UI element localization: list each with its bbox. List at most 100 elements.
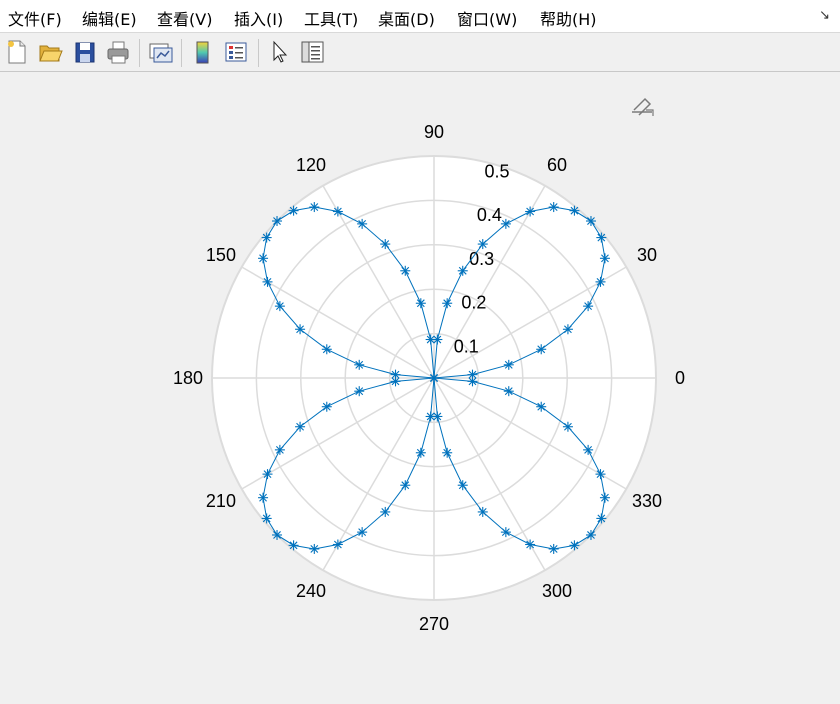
new-figure-button[interactable] <box>4 38 30 66</box>
insert-legend-button[interactable] <box>223 38 249 66</box>
data-point-marker <box>354 359 365 370</box>
menu-view[interactable]: 查看(V) <box>157 6 212 30</box>
data-point-marker <box>477 506 488 517</box>
data-point-marker <box>354 386 365 397</box>
colorbar-icon <box>196 41 209 64</box>
data-point-marker <box>595 469 606 480</box>
data-point-marker <box>295 421 306 432</box>
figure-toolbar <box>0 34 840 72</box>
theta-tick-label: 0 <box>675 368 685 388</box>
data-point-marker <box>321 344 332 355</box>
cursor-arrow-icon <box>273 40 288 63</box>
data-point-marker <box>569 540 580 551</box>
data-point-marker <box>442 298 453 309</box>
data-point-marker <box>562 421 573 432</box>
menu-tools[interactable]: 工具(T) <box>304 6 358 30</box>
insert-colorbar-button[interactable] <box>190 38 216 66</box>
save-button[interactable] <box>72 38 98 66</box>
menu-insert[interactable]: 插入(I) <box>234 6 283 30</box>
data-point-marker <box>585 529 596 540</box>
data-point-marker <box>595 276 606 287</box>
menu-desktop[interactable]: 桌面(D) <box>378 6 435 30</box>
data-point-marker <box>425 334 436 345</box>
menu-edit[interactable]: 编辑(E) <box>82 6 137 30</box>
data-point-marker <box>261 513 272 524</box>
data-point-marker <box>500 218 511 229</box>
theta-tick-label: 150 <box>206 245 236 265</box>
data-point-marker <box>432 411 443 422</box>
data-point-marker <box>272 216 283 227</box>
open-file-button[interactable] <box>37 38 63 66</box>
menu-file[interactable]: 文件(F) <box>8 6 62 30</box>
link-plot-button[interactable] <box>147 38 173 66</box>
r-tick-label: 0.1 <box>454 336 479 356</box>
r-tick-label: 0.4 <box>477 205 502 225</box>
data-point-marker <box>357 218 368 229</box>
property-inspector-icon <box>301 41 324 63</box>
theta-tick-label: 330 <box>632 491 662 511</box>
data-point-marker <box>500 527 511 538</box>
data-point-marker <box>274 301 285 312</box>
theta-tick-label: 180 <box>173 368 203 388</box>
data-point-marker <box>272 529 283 540</box>
data-point-marker <box>467 376 478 387</box>
toolbar-separator <box>181 39 182 67</box>
menu-bar: 文件(F) 编辑(E) 查看(V) 插入(I) 工具(T) 桌面(D) 窗口(W… <box>0 0 840 33</box>
data-point-marker <box>262 469 273 480</box>
data-point-marker <box>548 202 559 213</box>
r-tick-label: 0.5 <box>485 161 510 181</box>
data-point-marker <box>288 540 299 551</box>
data-point-marker <box>525 206 536 217</box>
data-point-marker <box>548 543 559 554</box>
data-point-marker <box>321 401 332 412</box>
data-point-marker <box>415 447 426 458</box>
data-point-marker <box>442 447 453 458</box>
theta-tick-label: 90 <box>424 122 444 142</box>
save-icon <box>75 42 95 63</box>
data-point-marker <box>380 506 391 517</box>
data-point-marker <box>503 359 514 370</box>
data-point-marker <box>309 202 320 213</box>
data-point-marker <box>390 376 401 387</box>
data-point-marker <box>599 492 610 503</box>
data-point-marker <box>400 265 411 276</box>
theta-tick-label: 120 <box>296 155 326 175</box>
edit-plot-button[interactable] <box>266 38 292 66</box>
menu-window[interactable]: 窗口(W) <box>457 6 517 30</box>
menu-help[interactable]: 帮助(H) <box>540 6 597 30</box>
data-point-marker <box>599 253 610 264</box>
data-point-marker <box>457 265 468 276</box>
data-point-marker <box>309 543 320 554</box>
polar-axes: 0 30 60 90 120 150 180 210 240 270 300 330 0.1 0.2 0.… <box>173 97 685 634</box>
property-inspector-button[interactable] <box>299 38 325 66</box>
data-point-marker <box>258 492 269 503</box>
data-point-marker <box>562 324 573 335</box>
data-point-marker <box>569 205 580 216</box>
link-plot-icon <box>149 43 173 63</box>
printer-icon <box>107 41 129 64</box>
r-tick-label: 0.3 <box>469 249 494 269</box>
data-point-marker <box>596 513 607 524</box>
data-point-marker <box>457 480 468 491</box>
data-point-marker <box>262 276 273 287</box>
legend-icon <box>225 42 247 62</box>
data-point-marker <box>536 401 547 412</box>
data-point-marker <box>503 386 514 397</box>
dock-arrow-icon[interactable]: ↘ <box>819 8 830 23</box>
data-point-marker <box>274 444 285 455</box>
data-point-marker <box>288 205 299 216</box>
theta-tick-label: 30 <box>637 245 657 265</box>
data-point-marker <box>415 298 426 309</box>
data-point-marker <box>525 539 536 550</box>
edit-axes-button[interactable] <box>632 97 654 116</box>
data-point-marker <box>429 373 439 383</box>
toolbar-separator <box>258 39 259 67</box>
data-point-marker <box>536 344 547 355</box>
theta-tick-label: 300 <box>542 581 572 601</box>
data-point-marker <box>400 480 411 491</box>
data-point-marker <box>596 232 607 243</box>
folder-open-icon <box>39 45 63 62</box>
print-button[interactable] <box>105 38 131 66</box>
data-point-marker <box>258 253 269 264</box>
data-point-marker <box>332 539 343 550</box>
